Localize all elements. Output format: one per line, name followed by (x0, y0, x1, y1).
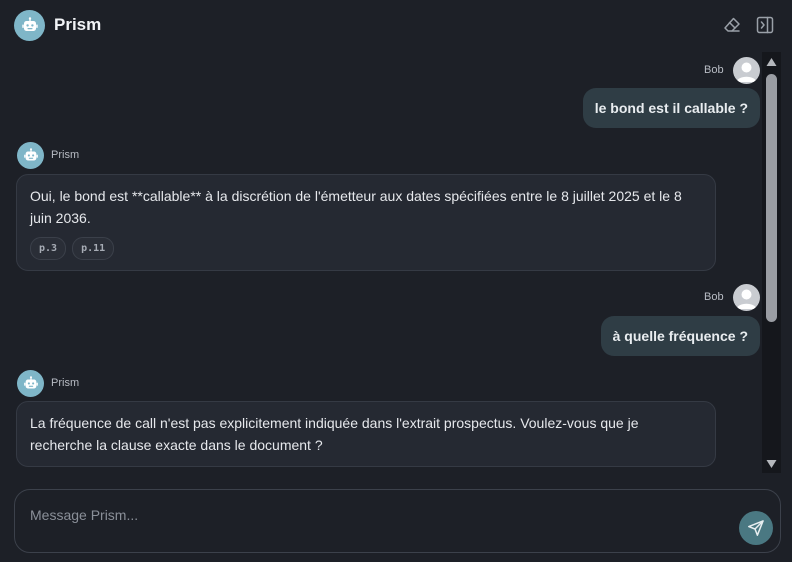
scrollbar-thumb[interactable] (766, 74, 777, 322)
message-author: Prism (51, 377, 80, 389)
assistant-message-bubble: Oui, le bond est **callable** à la discr… (16, 174, 716, 271)
eraser-icon (724, 17, 740, 32)
message-list: Bob le bond est il callable ? Prism Oui,… (0, 50, 762, 475)
message-author: Prism (51, 149, 80, 161)
user-icon (736, 289, 757, 309)
message-author: Bob (704, 291, 724, 303)
robot-icon (21, 16, 38, 31)
user-avatar (733, 57, 760, 84)
scroll-down-arrow-icon[interactable] (766, 459, 777, 469)
sidebar-panel-icon (756, 16, 774, 34)
message-composer (14, 489, 781, 553)
user-avatar (733, 284, 760, 311)
user-message-bubble: à quelle fréquence ? (600, 316, 760, 356)
prism-avatar (14, 10, 45, 41)
robot-icon (23, 147, 38, 160)
message-scrollbar[interactable] (762, 52, 781, 473)
message-author: Bob (704, 64, 724, 76)
user-icon (736, 62, 757, 82)
chat-header: Prism (0, 0, 792, 50)
assistant-message-text: La fréquence de call n'est pas explicite… (30, 415, 639, 453)
scroll-up-arrow-icon[interactable] (766, 57, 777, 67)
citation-list: p.3 p.11 (30, 237, 702, 260)
chat-app: Prism Bob le bond est il callable ? Pris… (0, 0, 792, 562)
citation-chip[interactable]: p.11 (72, 237, 115, 260)
toggle-panel-button[interactable] (755, 15, 775, 35)
assistant-message-bubble: La fréquence de call n'est pas explicite… (16, 401, 716, 467)
send-button[interactable] (739, 511, 773, 545)
app-title: Prism (54, 15, 102, 34)
prism-avatar (17, 370, 44, 397)
clear-chat-button[interactable] (722, 15, 742, 35)
citation-chip[interactable]: p.3 (30, 237, 67, 260)
send-icon (748, 520, 764, 536)
robot-icon (23, 375, 38, 388)
prism-avatar (17, 142, 44, 169)
message-input[interactable] (30, 504, 730, 526)
assistant-message-text: Oui, le bond est **callable** à la discr… (30, 188, 682, 226)
user-message-bubble: le bond est il callable ? (582, 88, 760, 128)
